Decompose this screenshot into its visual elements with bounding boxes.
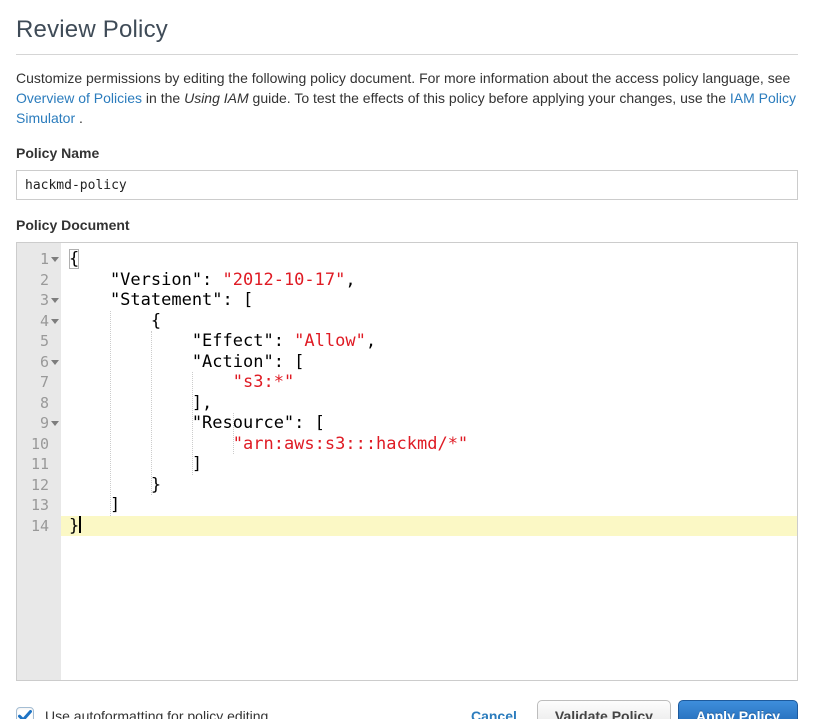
json-plain-token: [69, 434, 233, 454]
apply-policy-button[interactable]: Apply Policy: [678, 700, 798, 719]
page-title: Review Policy: [16, 16, 798, 44]
fold-chevron-down-icon[interactable]: [51, 360, 59, 365]
gutter-line-2: 2: [17, 270, 61, 291]
line-number: 14: [31, 517, 49, 535]
line-number: 4: [40, 312, 49, 330]
text-cursor: [79, 516, 81, 533]
code-line-5[interactable]: "Effect": "Allow",: [61, 331, 797, 352]
review-policy-page: Review Policy Customize permissions by e…: [0, 0, 814, 719]
intro-text-4: .: [75, 110, 83, 126]
code-line-12[interactable]: }: [61, 475, 797, 496]
editor-code-area[interactable]: { "Version": "2012-10-17", "Statement": …: [61, 243, 797, 680]
json-plain-token: "Version":: [69, 270, 223, 290]
code-line-2[interactable]: "Version": "2012-10-17",: [61, 270, 797, 291]
line-number: 5: [40, 332, 49, 350]
intro-paragraph: Customize permissions by editing the fol…: [16, 68, 798, 128]
intro-text-1: Customize permissions by editing the fol…: [16, 70, 790, 86]
gutter-line-8: 8: [17, 393, 61, 414]
gutter-line-4[interactable]: 4: [17, 311, 61, 332]
fold-chevron-down-icon[interactable]: [51, 257, 59, 262]
gutter-line-13: 13: [17, 495, 61, 516]
line-number: 10: [31, 435, 49, 453]
json-plain-token: {: [69, 249, 79, 269]
code-line-4[interactable]: {: [61, 311, 797, 332]
json-plain-token: }: [69, 516, 79, 536]
json-plain-token: ]: [69, 454, 202, 474]
gutter-line-7: 7: [17, 372, 61, 393]
gutter-line-3[interactable]: 3: [17, 290, 61, 311]
policy-document-label: Policy Document: [16, 217, 798, 233]
json-plain-token: "Action": [: [69, 352, 304, 372]
gutter-line-12: 12: [17, 475, 61, 496]
line-number: 11: [31, 455, 49, 473]
autoformat-option[interactable]: Use autoformatting for policy editing: [16, 707, 268, 719]
intro-text-3: guide. To test the effects of this polic…: [249, 90, 730, 106]
line-number: 7: [40, 373, 49, 391]
gutter-line-5: 5: [17, 331, 61, 352]
json-string-token: "arn:aws:s3:::hackmd/*": [233, 434, 468, 454]
using-iam-guide-name: Using IAM: [184, 90, 249, 106]
overview-of-policies-link[interactable]: Overview of Policies: [16, 90, 142, 106]
gutter-line-6[interactable]: 6: [17, 352, 61, 373]
json-string-token: "Allow": [294, 331, 366, 351]
title-divider: [16, 54, 798, 55]
json-plain-token: [69, 372, 233, 392]
line-number: 12: [31, 476, 49, 494]
code-line-11[interactable]: ]: [61, 454, 797, 475]
line-number: 13: [31, 496, 49, 514]
fold-chevron-down-icon[interactable]: [51, 298, 59, 303]
json-string-token: "2012-10-17": [223, 270, 346, 290]
json-plain-token: ,: [345, 270, 355, 290]
code-line-14[interactable]: }: [61, 516, 797, 537]
line-number: 6: [40, 353, 49, 371]
fold-chevron-down-icon[interactable]: [51, 421, 59, 426]
policy-document-editor[interactable]: 1234567891011121314 { "Version": "2012-1…: [16, 242, 798, 681]
gutter-line-10: 10: [17, 434, 61, 455]
gutter-line-11: 11: [17, 454, 61, 475]
code-line-13[interactable]: ]: [61, 495, 797, 516]
line-number: 2: [40, 271, 49, 289]
autoformat-checkbox[interactable]: [16, 707, 34, 719]
policy-name-label: Policy Name: [16, 145, 798, 161]
json-plain-token: ,: [366, 331, 376, 351]
checkmark-icon: [18, 710, 32, 719]
footer-bar: Use autoformatting for policy editing Ca…: [16, 700, 798, 719]
json-plain-token: }: [69, 475, 161, 495]
line-number: 9: [40, 414, 49, 432]
json-plain-token: ],: [69, 393, 212, 413]
code-line-9[interactable]: "Resource": [: [61, 413, 797, 434]
code-line-8[interactable]: ],: [61, 393, 797, 414]
action-buttons: Cancel Validate Policy Apply Policy: [471, 700, 798, 719]
code-line-1[interactable]: {: [61, 249, 797, 270]
code-line-3[interactable]: "Statement": [: [61, 290, 797, 311]
gutter-line-1[interactable]: 1: [17, 249, 61, 270]
editor-gutter: 1234567891011121314: [17, 243, 61, 680]
intro-text-2: in the: [142, 90, 184, 106]
line-number: 8: [40, 394, 49, 412]
json-plain-token: "Statement": [: [69, 290, 253, 310]
code-line-10[interactable]: "arn:aws:s3:::hackmd/*": [61, 434, 797, 455]
policy-name-input[interactable]: [16, 170, 798, 200]
validate-policy-button[interactable]: Validate Policy: [537, 700, 671, 719]
json-plain-token: "Resource": [: [69, 413, 325, 433]
json-plain-token: {: [69, 311, 161, 331]
json-plain-token: "Effect":: [69, 331, 294, 351]
cancel-link[interactable]: Cancel: [471, 708, 517, 719]
autoformat-label: Use autoformatting for policy editing: [45, 708, 268, 719]
json-string-token: "s3:*": [233, 372, 294, 392]
line-number: 1: [40, 250, 49, 268]
fold-chevron-down-icon[interactable]: [51, 319, 59, 324]
code-line-6[interactable]: "Action": [: [61, 352, 797, 373]
gutter-line-9[interactable]: 9: [17, 413, 61, 434]
json-plain-token: ]: [69, 495, 120, 515]
code-line-7[interactable]: "s3:*": [61, 372, 797, 393]
line-number: 3: [40, 291, 49, 309]
gutter-line-14: 14: [17, 516, 61, 537]
